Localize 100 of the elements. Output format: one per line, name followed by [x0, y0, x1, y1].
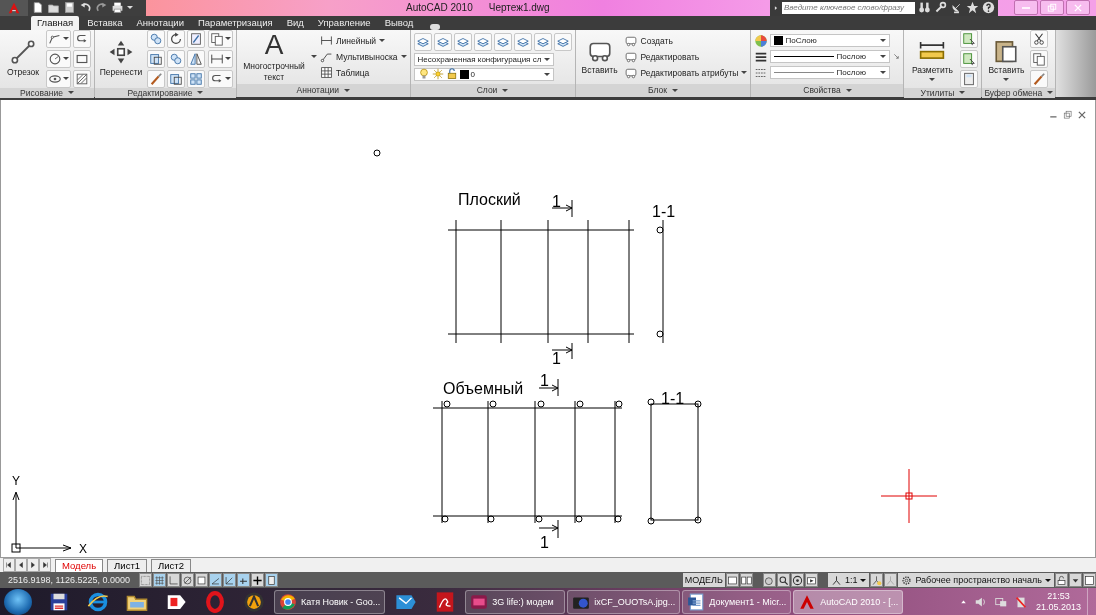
minimize-ribbon-icon[interactable]	[430, 23, 441, 30]
ribbon-tab[interactable]: Управление	[311, 15, 377, 30]
layout-tab[interactable]: Модель	[55, 559, 104, 573]
taskbar-button[interactable]: Документ1 - Micr...	[682, 589, 792, 614]
rotate-icon[interactable]	[169, 31, 183, 46]
stretch-icon[interactable]	[149, 51, 163, 66]
taskbar-button[interactable]: ixCF_OUOTsA.jpg...	[567, 589, 681, 614]
copy-icon[interactable]	[149, 31, 163, 46]
search-field[interactable]: Введите ключевое слово/фразу	[782, 1, 915, 14]
viewports-icon[interactable]	[740, 574, 752, 586]
help-icon[interactable]	[982, 1, 995, 15]
fullscreen-icon[interactable]	[1084, 574, 1095, 586]
dropdown-field[interactable]: 0	[413, 67, 554, 81]
lineweight-toggle[interactable]	[251, 573, 264, 588]
panel-title[interactable]: Слои	[410, 83, 575, 97]
snap-toggle[interactable]	[139, 573, 152, 588]
insert-button[interactable]: Вставить	[578, 37, 621, 77]
annotation-visibility-icon[interactable]	[871, 574, 883, 586]
browser-e-icon[interactable]	[86, 590, 109, 613]
hatch-icon[interactable]	[75, 71, 89, 86]
previous-tab-icon[interactable]	[17, 561, 25, 570]
star-icon[interactable]	[966, 1, 979, 15]
wrench-icon[interactable]	[934, 1, 947, 15]
next-tab-icon[interactable]	[29, 561, 37, 570]
save-icon[interactable]	[63, 1, 76, 15]
layout-tab[interactable]: Лист1	[107, 559, 148, 573]
ribbon-command[interactable]: Создать	[623, 34, 748, 48]
ribbon-command[interactable]: Редактировать	[623, 50, 748, 64]
cut-icon[interactable]	[1032, 31, 1047, 46]
power-icon[interactable]	[1013, 594, 1028, 609]
calculator-icon[interactable]	[962, 71, 977, 86]
print-icon[interactable]	[111, 1, 124, 15]
properties-toggle[interactable]	[265, 573, 278, 588]
zoom-icon[interactable]	[777, 574, 789, 586]
opera-icon[interactable]	[203, 590, 226, 613]
model-space-button[interactable]: МОДЕЛЬ	[682, 573, 725, 588]
lock-icon[interactable]	[1056, 574, 1067, 586]
ribbon-tab[interactable]: Вставка	[81, 15, 129, 30]
object-snap-toggle[interactable]	[195, 573, 208, 588]
annotation-scale-dropdown[interactable]: 1:1	[827, 573, 870, 588]
circle-icon[interactable]	[48, 51, 62, 66]
move-button[interactable]: Перенести	[98, 39, 144, 79]
dropdown-field[interactable]: ПоСлою	[770, 34, 891, 48]
layout-icon[interactable]	[726, 574, 738, 586]
ring-logo-icon[interactable]	[242, 590, 265, 613]
angle-toggle[interactable]	[209, 573, 222, 588]
ribbon-tab[interactable]: Параметризация	[192, 15, 279, 30]
ribbon-command[interactable]: Линейный	[320, 34, 407, 48]
ribbon-command[interactable]: Таблица	[320, 66, 407, 80]
showmotion-icon[interactable]	[805, 574, 817, 586]
open-icon[interactable]	[47, 1, 60, 15]
new-icon[interactable]	[31, 1, 44, 15]
multiline-text-button[interactable]: A Многострочный текст	[240, 30, 308, 83]
taskbar-button[interactable]: 3G life:) модем	[465, 589, 566, 614]
line-button[interactable]: Отрезок	[3, 39, 43, 79]
layout-tab[interactable]: Лист2	[151, 559, 191, 573]
ribbon-command[interactable]: Мультивыноска	[320, 50, 407, 64]
panel-title[interactable]: Редактирование	[95, 87, 236, 98]
steering-wheel-icon[interactable]	[791, 574, 803, 586]
quick-select-icon[interactable]	[962, 31, 977, 46]
panel-title[interactable]: Аннотации	[237, 83, 410, 97]
ribbon-tab[interactable]: Вывод	[378, 15, 420, 30]
restore-button[interactable]	[1040, 0, 1064, 16]
last-tab-icon[interactable]	[41, 561, 49, 570]
dropdown-field[interactable]: Послою	[770, 66, 891, 80]
select-icon[interactable]	[962, 51, 977, 66]
taskbar-button[interactable]: Катя Новик - Goo...	[274, 589, 386, 614]
minimize-button[interactable]	[1014, 0, 1038, 16]
workspace-dropdown[interactable]: Рабочее пространство началь	[898, 573, 1054, 588]
array-icon[interactable]	[189, 71, 203, 86]
ribbon-tab[interactable]: Вид	[280, 15, 310, 30]
dropdown-field[interactable]: Послою	[770, 50, 891, 64]
ortho-toggle[interactable]	[167, 573, 180, 588]
dynamic-input-toggle[interactable]	[237, 573, 250, 588]
start-button[interactable]	[4, 588, 32, 615]
satellite-dish-icon[interactable]	[950, 1, 963, 15]
polar-toggle[interactable]	[181, 573, 194, 588]
dropdown-field[interactable]: Несохраненная конфигурация сл	[413, 52, 554, 66]
restore-icon[interactable]	[1063, 109, 1073, 120]
paste-button[interactable]: Вставить	[985, 36, 1028, 81]
mirror-icon[interactable]	[189, 51, 203, 66]
ribbon-tab[interactable]: Аннотации	[130, 15, 190, 30]
ribbon-command[interactable]: Редактировать атрибуты	[623, 66, 748, 80]
grid-toggle[interactable]	[153, 573, 166, 588]
panel-title[interactable]: Блок	[575, 83, 751, 97]
clock[interactable]: 21:53 21.05.2013	[1035, 590, 1085, 613]
dynamic-ucs-toggle[interactable]	[223, 573, 236, 588]
copy-icon[interactable]	[1032, 51, 1047, 66]
panel-title[interactable]: Буфер обмена	[982, 87, 1056, 98]
first-tab-icon[interactable]	[5, 561, 13, 570]
trim-icon[interactable]	[189, 31, 203, 46]
panel-title[interactable]: Утилиты	[904, 87, 982, 98]
close-button[interactable]	[1066, 0, 1090, 16]
launcher-icon[interactable]	[893, 53, 901, 61]
measure-button[interactable]: Разметить	[907, 36, 958, 81]
panel-title[interactable]: Рисование	[0, 87, 94, 98]
close-icon[interactable]	[1077, 109, 1087, 120]
binoculars-icon[interactable]	[918, 1, 931, 15]
brush-icon[interactable]	[149, 71, 163, 86]
wheel-icon[interactable]	[754, 33, 769, 48]
